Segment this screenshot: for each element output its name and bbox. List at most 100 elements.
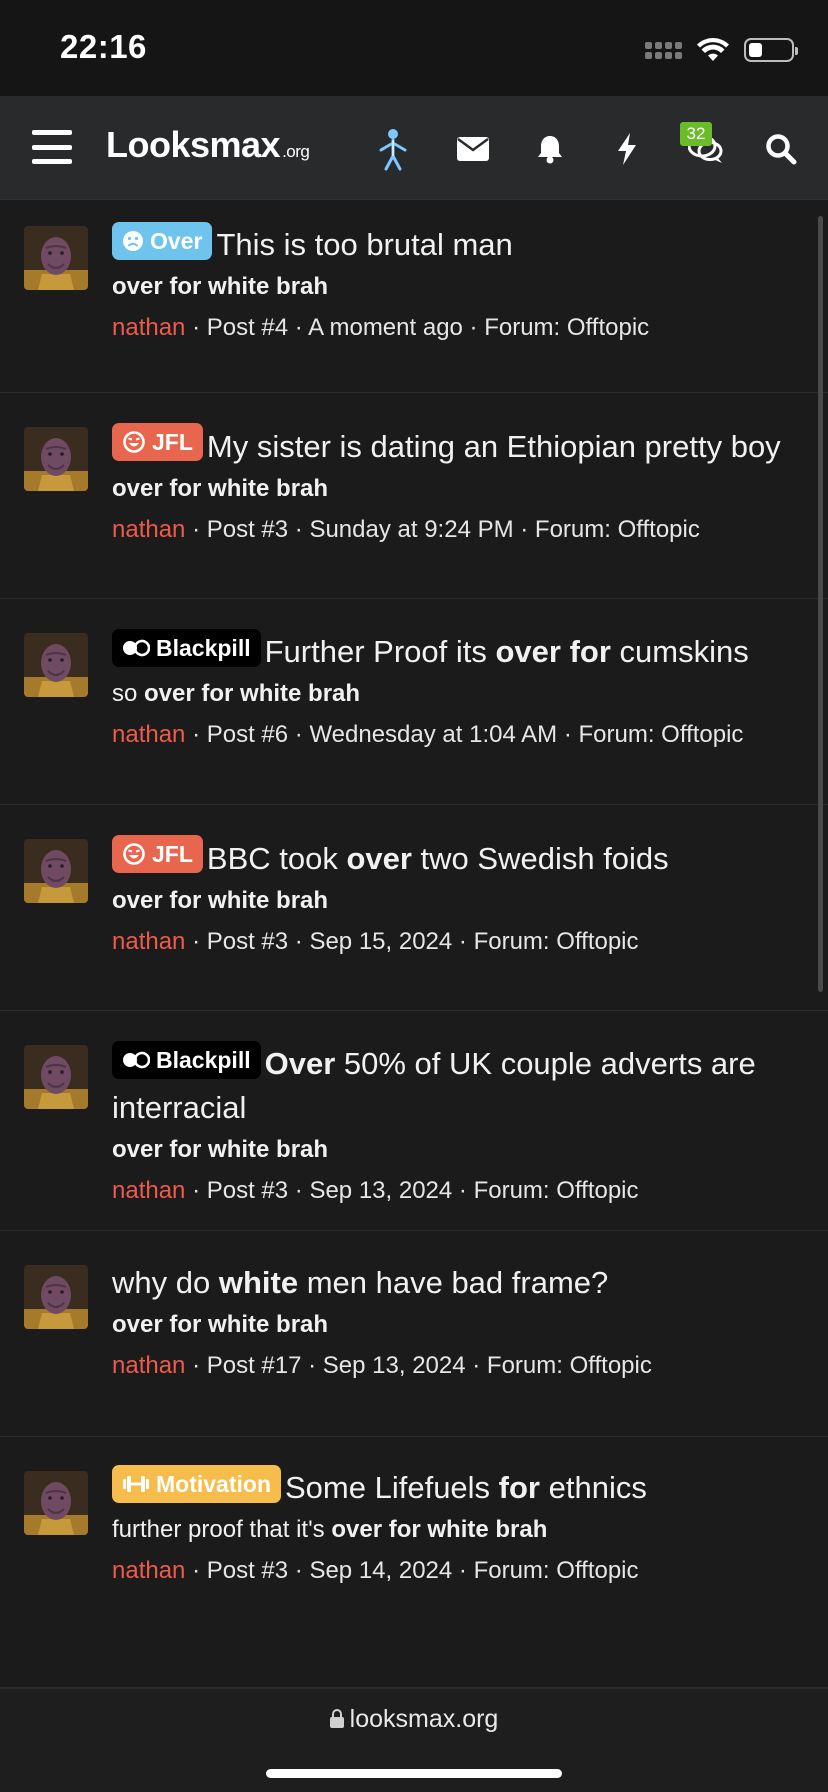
highlighted-term: over for — [495, 634, 611, 669]
browser-url-bar[interactable]: looksmax.org — [0, 1688, 828, 1792]
pill-icon — [122, 1049, 150, 1071]
author-link[interactable]: nathan — [112, 314, 185, 341]
logo-tld: .org — [282, 142, 310, 161]
text-run: men have bad frame? — [298, 1265, 609, 1300]
site-logo[interactable]: Looksmax .org — [106, 124, 310, 166]
post-snippet: over for white brah — [112, 1305, 798, 1345]
search-result-item[interactable]: Over This is too brutal man over for white… — [0, 200, 828, 393]
result-body: JFL My sister is dating an Ethiopian pret… — [112, 423, 798, 551]
highlighted-term: over for white brah — [112, 273, 329, 300]
highlighted-term: over for white brah — [331, 1516, 548, 1543]
avatar-figure-icon[interactable] — [370, 126, 416, 172]
avatar[interactable] — [24, 1265, 88, 1329]
text-run: two Swedish foids — [411, 841, 669, 876]
post-snippet: over for white brah — [112, 1130, 798, 1170]
search-icon[interactable] — [758, 126, 804, 172]
text-run: This is too brutal man — [216, 227, 513, 262]
author-link[interactable]: nathan — [112, 721, 185, 748]
author-link[interactable]: nathan — [112, 1177, 185, 1204]
url-display[interactable]: looksmax.org — [0, 1705, 828, 1734]
sad-face-icon — [122, 230, 144, 252]
avatar[interactable] — [24, 633, 88, 697]
post-meta: nathan · Post #4 · A moment ago · Forum:… — [112, 307, 798, 349]
highlighted-term: over for white brah — [112, 475, 329, 502]
highlighted-term: Over — [264, 1046, 336, 1081]
thread-title-link[interactable]: JFL My sister is dating an Ethiopian pret… — [112, 423, 798, 469]
prefix-label: Over — [150, 228, 203, 254]
thread-title-link[interactable]: Blackpill Over 50% of UK couple adverts a… — [112, 1041, 798, 1130]
home-indicator[interactable] — [266, 1769, 562, 1778]
author-link[interactable]: nathan — [112, 516, 185, 543]
thread-title-link[interactable]: Blackpill Further Proof its over for cums… — [112, 629, 798, 674]
text-run: cumskins — [610, 634, 749, 669]
search-result-item[interactable]: Motivation Some Lifefuels for ethnics furt… — [0, 1437, 828, 1688]
prefix-label: Blackpill — [156, 1047, 251, 1073]
highlighted-term: over for white brah — [112, 887, 329, 914]
prefix-label: JFL — [152, 841, 193, 867]
text-run: why do — [112, 1265, 219, 1300]
search-result-item[interactable]: Blackpill Over 50% of UK couple adverts a… — [0, 1011, 828, 1231]
highlighted-term: over for white brah — [112, 1136, 329, 1163]
text-run: BBC took — [206, 841, 347, 876]
post-snippet: over for white brah — [112, 267, 798, 307]
bolt-icon[interactable] — [604, 126, 650, 172]
dumbbell-icon — [122, 1473, 150, 1495]
lock-icon — [329, 1709, 344, 1728]
top-navbar: Looksmax .org 32 — [0, 96, 828, 200]
status-time: 22:16 — [60, 28, 147, 65]
post-snippet: so over for white brah — [112, 674, 798, 714]
result-body: JFL BBC took over two Swedish foids over f… — [112, 835, 798, 963]
text-run: further proof that it's — [112, 1516, 332, 1543]
post-meta: nathan · Post #6 · Wednesday at 1:04 AM … — [112, 714, 798, 756]
post-meta: nathan · Post #3 · Sep 13, 2024 · Forum:… — [112, 1170, 798, 1212]
author-link[interactable]: nathan — [112, 1557, 185, 1584]
author-link[interactable]: nathan — [112, 1352, 185, 1379]
post-meta-text: · Post #3 · Sep 13, 2024 · Forum: Offtop… — [185, 1177, 639, 1204]
avatar[interactable] — [24, 1045, 88, 1109]
avatar[interactable] — [24, 226, 88, 290]
thread-prefix-badge[interactable]: Blackpill — [112, 629, 261, 667]
thread-title-link[interactable]: Over This is too brutal man — [112, 222, 798, 267]
result-body: Motivation Some Lifefuels for ethnics furt… — [112, 1465, 798, 1592]
thread-prefix-badge[interactable]: Motivation — [112, 1465, 281, 1503]
menu-icon[interactable] — [32, 130, 72, 164]
post-meta: nathan · Post #3 · Sep 14, 2024 · Forum:… — [112, 1550, 798, 1592]
result-body: Blackpill Over 50% of UK couple adverts a… — [112, 1041, 798, 1212]
search-result-item[interactable]: JFL BBC took over two Swedish foids over f… — [0, 805, 828, 1011]
post-meta: nathan · Post #3 · Sep 15, 2024 · Forum:… — [112, 921, 798, 963]
thread-prefix-badge[interactable]: Over — [112, 222, 213, 260]
post-meta-text: · Post #6 · Wednesday at 1:04 AM · Forum… — [185, 721, 744, 748]
thread-title-link[interactable]: why do white men have bad frame? — [112, 1261, 798, 1305]
result-body: Over This is too brutal man over for white… — [112, 222, 798, 349]
thread-title-link[interactable]: Motivation Some Lifefuels for ethnics — [112, 1465, 798, 1510]
author-link[interactable]: nathan — [112, 928, 185, 955]
highlighted-term: over — [346, 841, 412, 876]
post-snippet: over for white brah — [112, 469, 798, 509]
scrollbar[interactable] — [818, 216, 823, 992]
text-run: so — [112, 680, 145, 707]
thread-title-link[interactable]: JFL BBC took over two Swedish foids — [112, 835, 798, 881]
envelope-icon[interactable] — [450, 126, 496, 172]
search-result-item[interactable]: Blackpill Further Proof its over for cums… — [0, 599, 828, 805]
post-meta-text: · Post #3 · Sunday at 9:24 PM · Forum: O… — [185, 516, 700, 543]
search-results-feed[interactable]: Over This is too brutal man over for white… — [0, 200, 828, 1688]
highlighted-term: over for white brah — [144, 680, 361, 707]
avatar[interactable] — [24, 1471, 88, 1535]
post-meta-text: · Post #4 · A moment ago · Forum: Offtop… — [185, 314, 650, 341]
thread-prefix-badge[interactable]: JFL — [112, 835, 203, 873]
cellular-signal-icon — [645, 41, 682, 59]
status-icons — [645, 36, 798, 64]
post-snippet: further proof that it's over for white b… — [112, 1510, 798, 1550]
thread-prefix-badge[interactable]: JFL — [112, 423, 203, 461]
avatar[interactable] — [24, 427, 88, 491]
bell-icon[interactable] — [527, 126, 573, 172]
thread-prefix-badge[interactable]: Blackpill — [112, 1041, 261, 1079]
laugh-icon — [122, 842, 146, 866]
highlighted-term: white — [218, 1265, 299, 1300]
post-meta: nathan · Post #3 · Sunday at 9:24 PM · F… — [112, 509, 798, 551]
avatar[interactable] — [24, 839, 88, 903]
url-text: looksmax.org — [349, 1705, 499, 1733]
search-result-item[interactable]: why do white men have bad frame? over for… — [0, 1231, 828, 1437]
search-result-item[interactable]: JFL My sister is dating an Ethiopian pret… — [0, 393, 828, 599]
highlighted-term: for — [498, 1470, 540, 1505]
